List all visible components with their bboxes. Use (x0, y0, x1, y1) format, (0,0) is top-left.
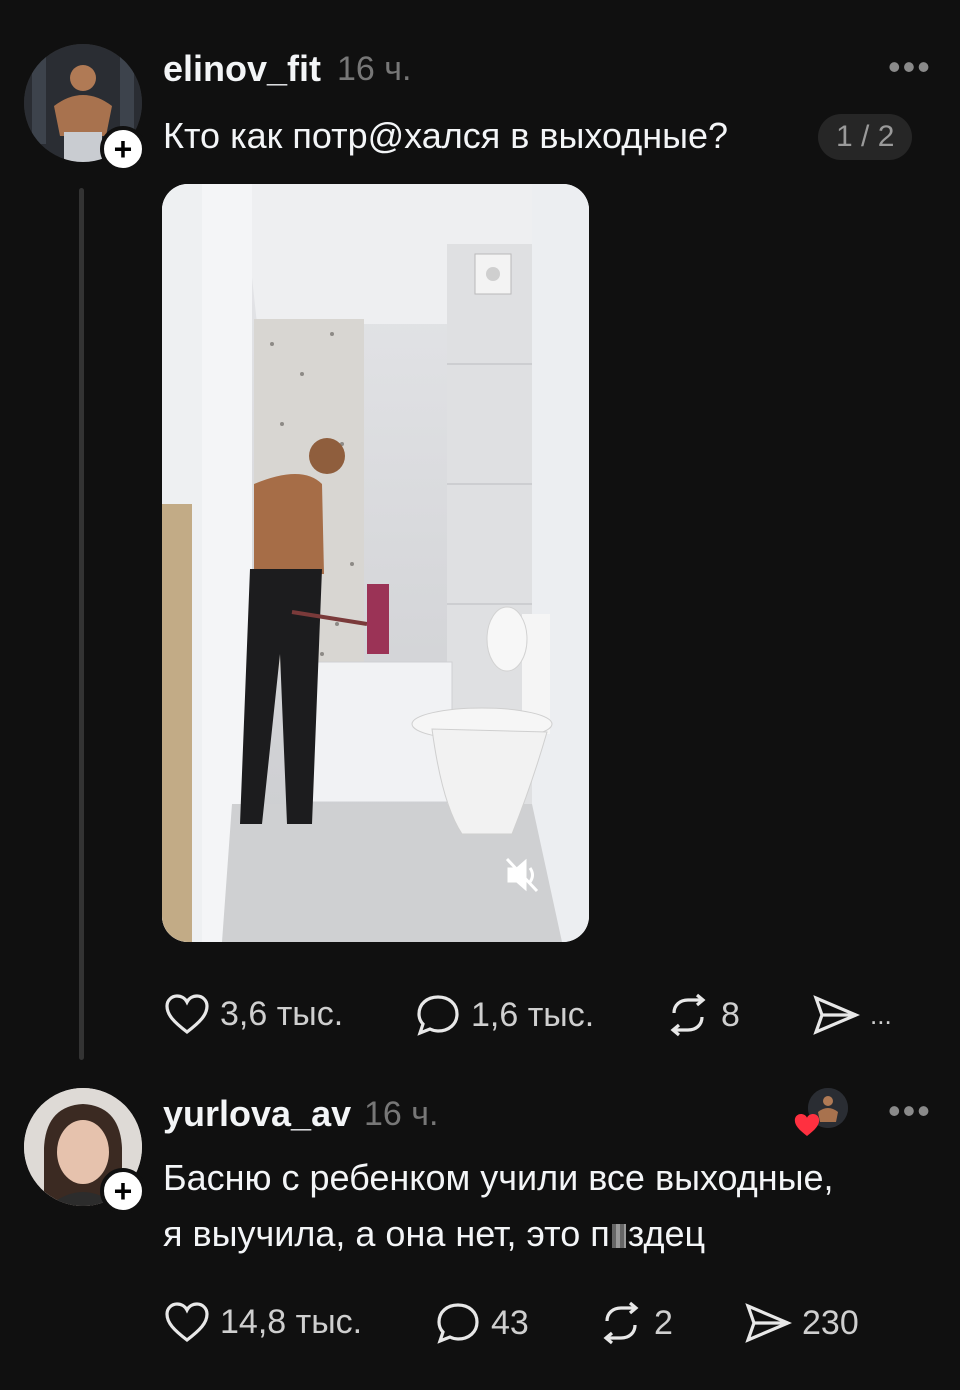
more-icon[interactable]: ••• (888, 46, 932, 88)
share-button[interactable]: ... (812, 993, 892, 1037)
page-indicator: 1 / 2 (818, 114, 913, 160)
reply-share-button[interactable]: 230 (744, 1301, 859, 1345)
reply-comment-button[interactable]: 43 (435, 1301, 529, 1345)
heart-icon (165, 1302, 209, 1343)
reply-text-line-2: я выучила, а она нет, это п здец (163, 1206, 705, 1262)
reply-time: 16 ч. (364, 1095, 439, 1133)
share-icon (745, 1303, 792, 1343)
reply-username[interactable]: yurlova_av (163, 1093, 351, 1135)
more-icon[interactable]: ••• (888, 1090, 932, 1132)
bathroom-video-frame (162, 184, 589, 942)
comment-icon (417, 995, 459, 1036)
comment-button[interactable]: 1,6 тыс. (415, 993, 594, 1037)
post-text: Кто как потр@хался в выходные? (163, 115, 729, 156)
reply-comment-count: 43 (491, 1303, 529, 1342)
share-icon (813, 995, 860, 1035)
heart-icon (165, 994, 209, 1035)
comment-icon (437, 1303, 479, 1344)
comment-count: 1,6 тыс. (471, 995, 595, 1034)
reply-text-part-a: я выучила, а она нет, это п (163, 1213, 610, 1254)
repost-count: 8 (721, 995, 740, 1034)
repost-button[interactable]: 8 (665, 993, 740, 1037)
share-count: ... (870, 999, 892, 1030)
follow-plus-button[interactable]: + (100, 1168, 146, 1214)
reply-repost-button[interactable]: 2 (598, 1301, 673, 1345)
like-button[interactable]: 3,6 тыс. (164, 993, 343, 1035)
reply-like-count: 14,8 тыс. (220, 1302, 363, 1341)
follow-plus-button[interactable]: + (100, 126, 146, 172)
repost-icon (603, 1301, 639, 1345)
post-video[interactable] (162, 184, 589, 942)
reply-share-count: 230 (802, 1303, 859, 1342)
like-count: 3,6 тыс. (220, 994, 344, 1033)
reply-text-part-b: здец (627, 1213, 706, 1254)
reply-repost-count: 2 (654, 1303, 673, 1342)
post-time: 16 ч. (337, 50, 412, 88)
repost-icon (670, 993, 706, 1037)
reply-text-line-1: Басню с ребенком учили все выходные, (163, 1157, 834, 1198)
censor-block (611, 1224, 626, 1248)
reply-like-button[interactable]: 14,8 тыс. (164, 1301, 362, 1343)
thread-line (79, 188, 84, 1060)
author-liked-heart-icon (793, 1112, 821, 1143)
post-username[interactable]: elinov_fit (163, 48, 321, 90)
